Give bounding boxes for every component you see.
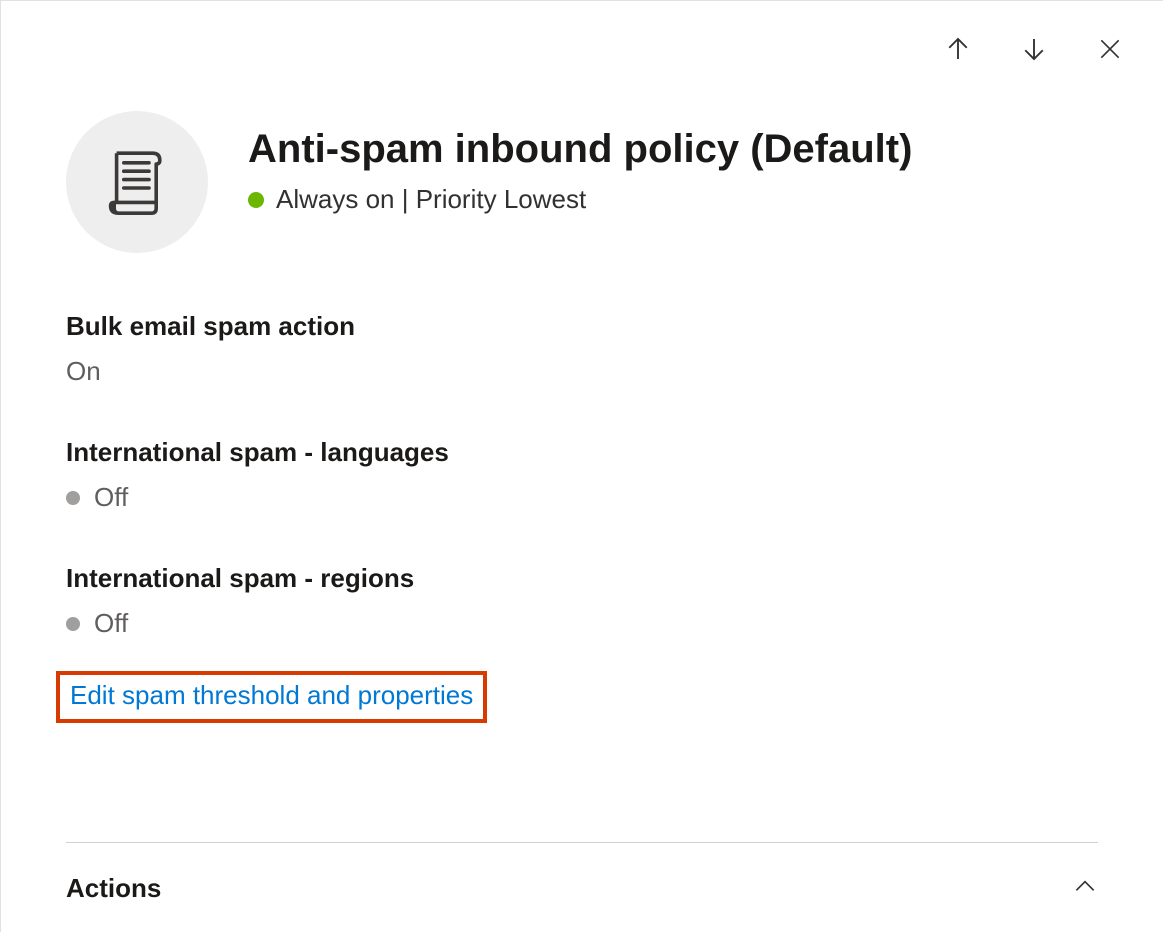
setting-bulk-email: Bulk email spam action On — [66, 311, 1098, 387]
header-text-block: Anti-spam inbound policy (Default) Alway… — [248, 111, 912, 215]
setting-intl-regions: International spam - regions Off — [66, 563, 1098, 639]
status-dot-icon — [248, 192, 264, 208]
edit-link-highlight: Edit spam threshold and properties — [56, 671, 487, 723]
arrow-up-icon[interactable] — [940, 31, 976, 67]
header-section: Anti-spam inbound policy (Default) Alway… — [66, 111, 912, 253]
setting-value: Off — [66, 608, 1098, 639]
chevron-up-icon[interactable] — [1072, 873, 1098, 904]
setting-intl-languages: International spam - languages Off — [66, 437, 1098, 513]
status-line: Always on | Priority Lowest — [248, 184, 912, 215]
setting-value: Off — [66, 482, 1098, 513]
arrow-down-icon[interactable] — [1016, 31, 1052, 67]
policy-document-icon — [66, 111, 208, 253]
content-section: Bulk email spam action On International … — [66, 311, 1098, 723]
off-dot-icon — [66, 491, 80, 505]
top-navigation-actions — [940, 31, 1128, 67]
setting-label: Bulk email spam action — [66, 311, 1098, 342]
actions-header-row[interactable]: Actions — [66, 842, 1098, 904]
setting-value: On — [66, 356, 1098, 387]
off-dot-icon — [66, 617, 80, 631]
status-text: Always on | Priority Lowest — [276, 184, 586, 215]
setting-label: International spam - regions — [66, 563, 1098, 594]
actions-label: Actions — [66, 873, 161, 904]
close-icon[interactable] — [1092, 31, 1128, 67]
page-title: Anti-spam inbound policy (Default) — [248, 127, 912, 172]
setting-label: International spam - languages — [66, 437, 1098, 468]
edit-spam-threshold-link[interactable]: Edit spam threshold and properties — [70, 680, 473, 710]
